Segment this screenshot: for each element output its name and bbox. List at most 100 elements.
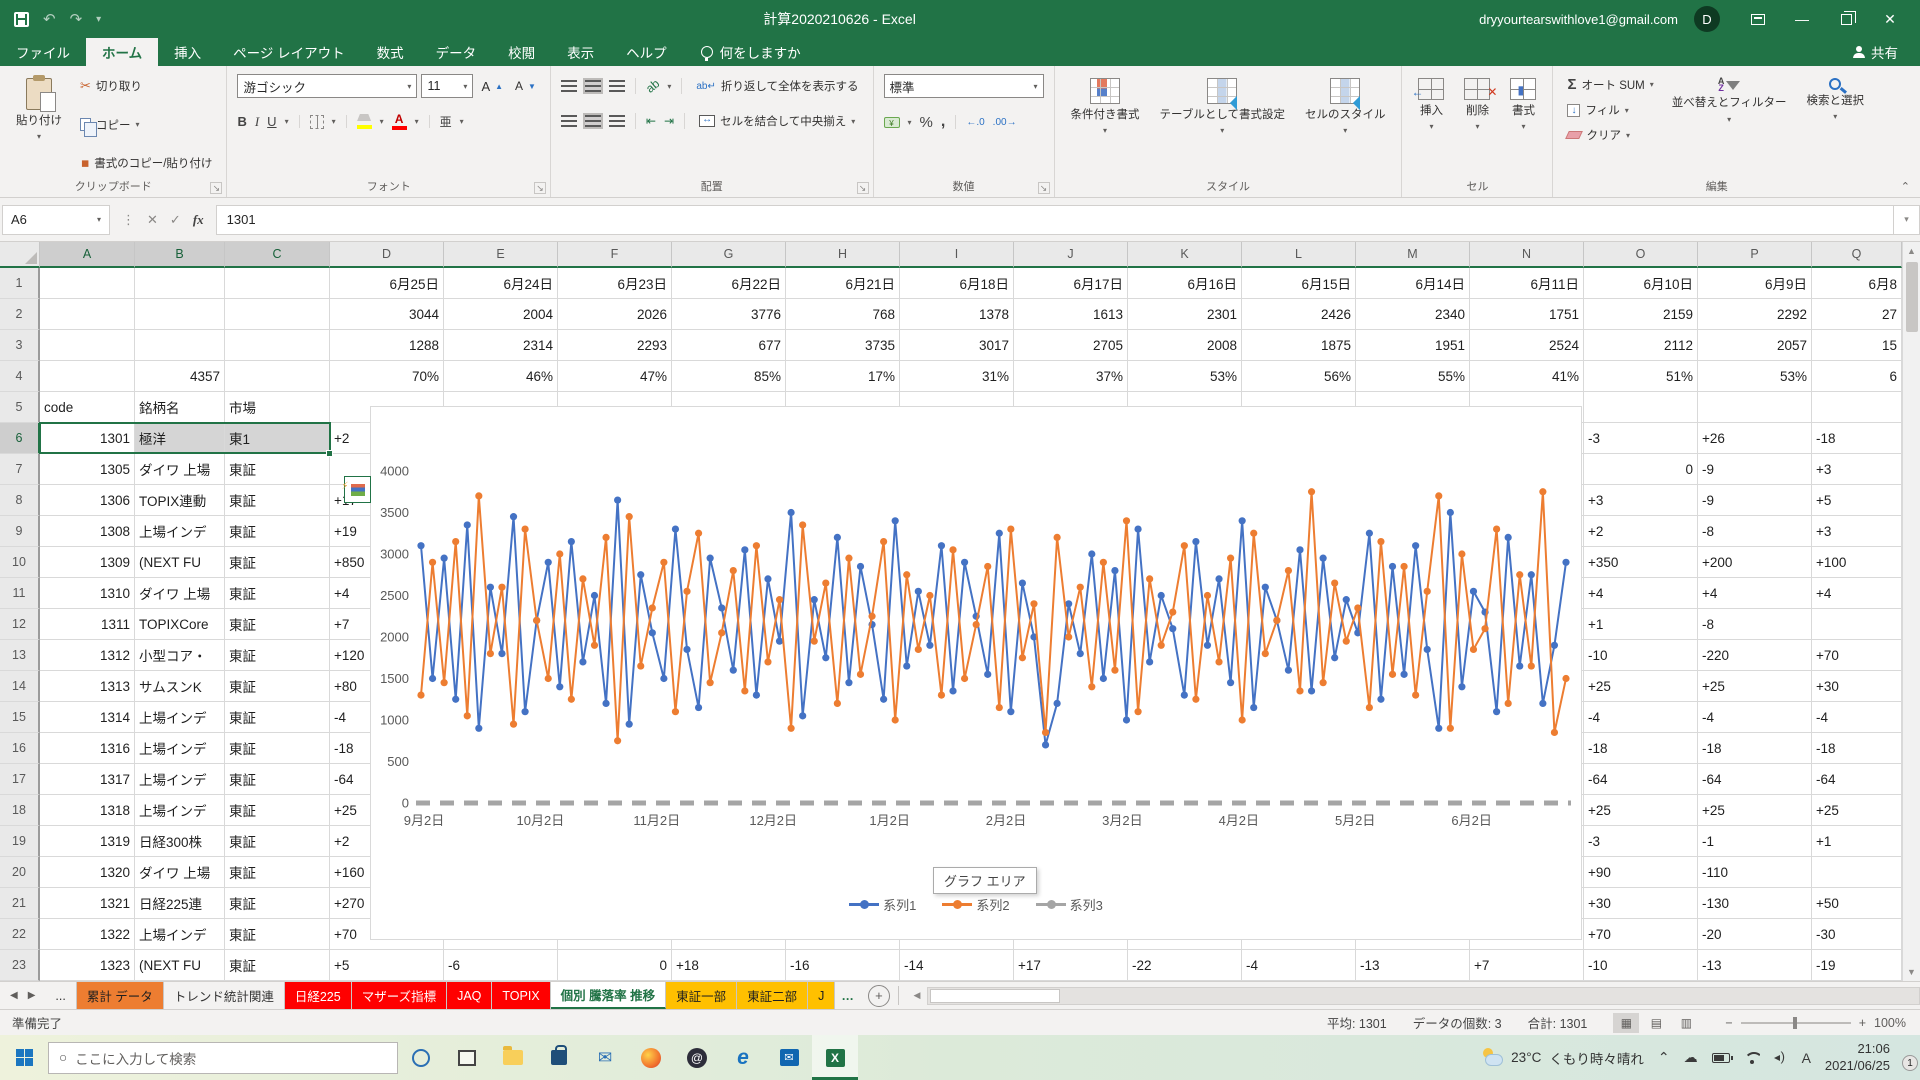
horizontal-scroll-thumb[interactable] xyxy=(930,989,1060,1003)
cell-O15[interactable]: -4 xyxy=(1584,702,1698,733)
cell-P21[interactable]: -130 xyxy=(1698,888,1812,919)
cell-N1[interactable]: 6月11日 xyxy=(1470,268,1584,299)
cell-C19[interactable]: 東証 xyxy=(225,826,330,857)
cell-A19[interactable]: 1319 xyxy=(40,826,135,857)
ribbon-tab-数式[interactable]: 数式 xyxy=(361,38,420,66)
cell-C20[interactable]: 東証 xyxy=(225,857,330,888)
cell-B5[interactable]: 銘柄名 xyxy=(135,392,225,423)
formula-input[interactable]: 1301 xyxy=(216,205,1894,235)
cell-K1[interactable]: 6月16日 xyxy=(1128,268,1242,299)
cell-Q9[interactable]: +3 xyxy=(1812,516,1902,547)
cell-G1[interactable]: 6月22日 xyxy=(672,268,786,299)
cell-A16[interactable]: 1316 xyxy=(40,733,135,764)
row-header-4[interactable]: 4 xyxy=(0,361,40,392)
font-color-button[interactable]: A xyxy=(392,113,407,130)
weather-widget[interactable]: 23°C くもり時々晴れ xyxy=(1481,1048,1644,1068)
cell-Q4[interactable]: 6 xyxy=(1812,361,1902,392)
row-header-2[interactable]: 2 xyxy=(0,299,40,330)
cell-Q17[interactable]: -64 xyxy=(1812,764,1902,795)
row-header-19[interactable]: 19 xyxy=(0,826,40,857)
cell-O1[interactable]: 6月10日 xyxy=(1584,268,1698,299)
cell-C12[interactable]: 東証 xyxy=(225,609,330,640)
cell-B13[interactable]: 小型コア・ xyxy=(135,640,225,671)
cell-M1[interactable]: 6月14日 xyxy=(1356,268,1470,299)
cell-P9[interactable]: -8 xyxy=(1698,516,1812,547)
cell-A13[interactable]: 1312 xyxy=(40,640,135,671)
accounting-format-icon[interactable]: ¥ xyxy=(884,117,900,128)
vertical-scrollbar[interactable]: ▲ ▼ xyxy=(1902,242,1920,981)
cell-N2[interactable]: 1751 xyxy=(1470,299,1584,330)
cell-I4[interactable]: 31% xyxy=(900,361,1014,392)
row-header-15[interactable]: 15 xyxy=(0,702,40,733)
cell-Q8[interactable]: +5 xyxy=(1812,485,1902,516)
align-left-icon[interactable] xyxy=(561,115,577,127)
cell-O22[interactable]: +70 xyxy=(1584,919,1698,950)
cell-E1[interactable]: 6月24日 xyxy=(444,268,558,299)
zoom-in-icon[interactable]: + xyxy=(1859,1016,1866,1030)
cell-O20[interactable]: +90 xyxy=(1584,857,1698,888)
cancel-formula-icon[interactable]: ✕ xyxy=(147,212,158,228)
onedrive-cloud-icon[interactable]: ☁ xyxy=(1684,1049,1698,1066)
format-cells-button[interactable]: ▮ 書式▾ xyxy=(1504,74,1542,175)
cell-A5[interactable]: code xyxy=(40,392,135,423)
number-format-combo[interactable]: 標準▾ xyxy=(884,74,1044,98)
cell-Q5[interactable] xyxy=(1812,392,1902,423)
cortana-button[interactable] xyxy=(398,1035,444,1080)
orientation-button[interactable]: ab xyxy=(643,76,662,95)
cell-P18[interactable]: +25 xyxy=(1698,795,1812,826)
cell-K23[interactable]: -22 xyxy=(1128,950,1242,981)
cell-P19[interactable]: -1 xyxy=(1698,826,1812,857)
normal-view-button[interactable]: ▦ xyxy=(1613,1013,1639,1033)
cell-I23[interactable]: -14 xyxy=(900,950,1014,981)
cell-Q12[interactable] xyxy=(1812,609,1902,640)
cell-Q23[interactable]: -19 xyxy=(1812,950,1902,981)
cell-C10[interactable]: 東証 xyxy=(225,547,330,578)
sheet-tab-東証二部[interactable]: 東証二部 xyxy=(737,982,808,1009)
cell-C16[interactable]: 東証 xyxy=(225,733,330,764)
column-header-A[interactable]: A xyxy=(40,242,135,268)
ribbon-tab-表示[interactable]: 表示 xyxy=(551,38,610,66)
cell-P14[interactable]: +25 xyxy=(1698,671,1812,702)
zoom-slider-thumb[interactable] xyxy=(1793,1017,1797,1029)
cell-A20[interactable]: 1320 xyxy=(40,857,135,888)
row-header-22[interactable]: 22 xyxy=(0,919,40,950)
sheet-tab-マザーズ指標[interactable]: マザーズ指標 xyxy=(352,982,447,1009)
sheet-tab-トレンド統計関連[interactable]: トレンド統計関連 xyxy=(164,982,285,1009)
row-header-6[interactable]: 6 xyxy=(0,423,40,454)
cell-Q11[interactable]: +4 xyxy=(1812,578,1902,609)
shrink-font-button[interactable]: A▼ xyxy=(511,74,540,98)
cell-O5[interactable] xyxy=(1584,392,1698,423)
cell-H4[interactable]: 17% xyxy=(786,361,900,392)
cell-O3[interactable]: 2112 xyxy=(1584,330,1698,361)
ribbon-tab-挿入[interactable]: 挿入 xyxy=(158,38,217,66)
row-header-18[interactable]: 18 xyxy=(0,795,40,826)
find-select-button[interactable]: 検索と選択▾ xyxy=(1801,74,1871,175)
align-right-icon[interactable] xyxy=(609,115,625,127)
close-button[interactable]: ✕ xyxy=(1868,0,1912,38)
cell-C15[interactable]: 東証 xyxy=(225,702,330,733)
cell-B1[interactable] xyxy=(135,268,225,299)
cell-O11[interactable]: +4 xyxy=(1584,578,1698,609)
column-header-L[interactable]: L xyxy=(1242,242,1356,268)
format-as-table-button[interactable]: テーブルとして書式設定▾ xyxy=(1154,74,1291,175)
cell-A23[interactable]: 1323 xyxy=(40,950,135,981)
cell-P23[interactable]: -13 xyxy=(1698,950,1812,981)
cell-B21[interactable]: 日経225連 xyxy=(135,888,225,919)
cell-A2[interactable] xyxy=(40,299,135,330)
row-header-13[interactable]: 13 xyxy=(0,640,40,671)
cell-C6[interactable]: 東1 xyxy=(225,423,330,454)
column-header-M[interactable]: M xyxy=(1356,242,1470,268)
cell-E4[interactable]: 46% xyxy=(444,361,558,392)
percent-style-button[interactable]: % xyxy=(920,114,933,131)
cell-O10[interactable]: +350 xyxy=(1584,547,1698,578)
cell-F23[interactable]: 0 xyxy=(558,950,672,981)
outlook-button[interactable]: ✉ xyxy=(766,1035,812,1080)
sheet-overflow-dots[interactable]: … xyxy=(835,982,860,1009)
cell-N23[interactable]: +7 xyxy=(1470,950,1584,981)
sheet-tab-TOPIX[interactable]: TOPIX xyxy=(492,982,550,1009)
scroll-left-icon[interactable]: ◀ xyxy=(907,990,927,1001)
cell-B18[interactable]: 上場インデ xyxy=(135,795,225,826)
cell-B7[interactable]: ダイワ 上場 xyxy=(135,454,225,485)
cell-F4[interactable]: 47% xyxy=(558,361,672,392)
new-sheet-button[interactable]: + xyxy=(868,985,890,1007)
